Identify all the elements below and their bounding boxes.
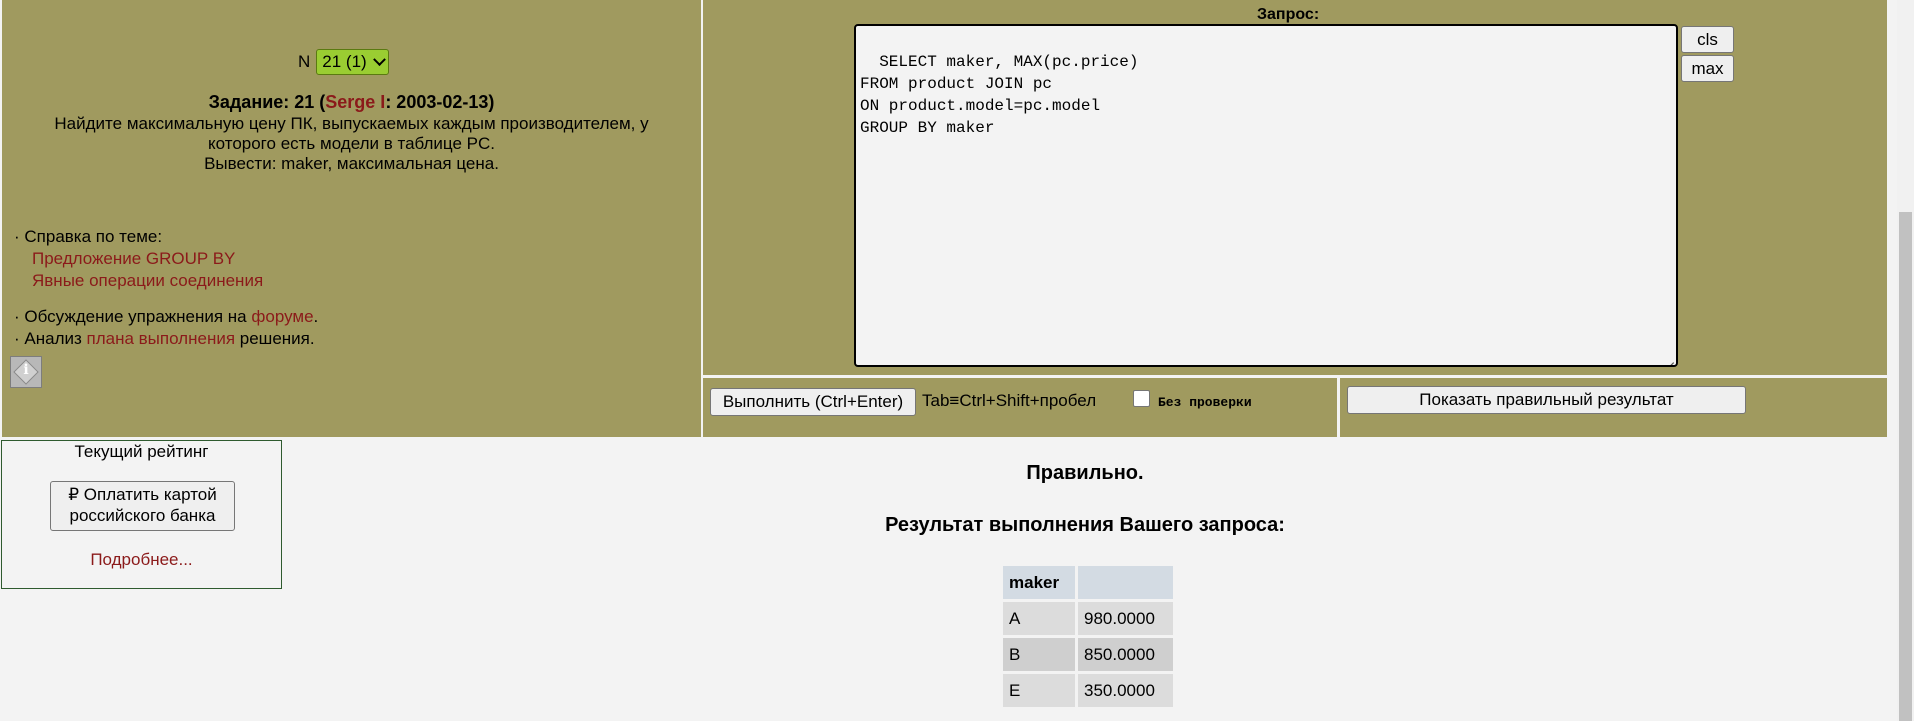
task-author-link[interactable]: Serge I bbox=[325, 92, 385, 112]
forum-suffix: . bbox=[313, 307, 319, 326]
help-link-group-by[interactable]: Предложение GROUP BY bbox=[32, 249, 235, 268]
task-text-line: которого есть модели в таблице PC. bbox=[208, 134, 495, 153]
clear-button[interactable]: cls bbox=[1681, 26, 1734, 53]
task-panel: N 21 (1) Задание: 21 (Serge I: 2003-02-1… bbox=[2, 0, 701, 437]
table-row: B 850.0000 bbox=[1003, 638, 1173, 671]
result-table: maker A 980.0000 B 850.0000 E 350.0000 bbox=[1000, 563, 1176, 710]
column-header-value bbox=[1078, 566, 1173, 599]
plan-prefix: · Анализ bbox=[14, 329, 87, 348]
forum-link[interactable]: форуме bbox=[251, 307, 313, 326]
result-status: Правильно. bbox=[1026, 462, 1144, 484]
no-check-checkbox[interactable] bbox=[1133, 390, 1150, 407]
scrollbar-thumb[interactable] bbox=[1899, 212, 1912, 721]
task-description: Найдите максимальную цену ПК, выпускаемы… bbox=[2, 114, 701, 174]
table-row: A 980.0000 bbox=[1003, 602, 1173, 635]
sql-query-text[interactable]: SELECT maker, MAX(pc.price) FROM product… bbox=[860, 53, 1138, 137]
info-icon[interactable]: i bbox=[10, 356, 42, 388]
resize-grip-icon[interactable] bbox=[1664, 353, 1674, 363]
task-title-prefix: Задание: 21 ( bbox=[208, 92, 326, 112]
execute-button[interactable]: Выполнить (Ctrl+Enter) bbox=[710, 388, 916, 416]
task-selector-label: N bbox=[298, 52, 311, 71]
task-number-value: 21 (1) bbox=[322, 52, 367, 71]
table-row: E 350.0000 bbox=[1003, 674, 1173, 707]
task-number-select[interactable]: 21 (1) bbox=[316, 49, 389, 75]
task-title-suffix: : 2003-02-13) bbox=[385, 92, 495, 112]
maximize-button[interactable]: max bbox=[1681, 55, 1734, 82]
forum-prefix: · Обсуждение упражнения на bbox=[14, 307, 252, 326]
help-link-joins[interactable]: Явные операции соединения bbox=[32, 271, 263, 290]
forum-line: · Обсуждение упражнения на форуме. bbox=[14, 306, 318, 328]
task-text-line: Найдите максимальную цену ПК, выпускаемы… bbox=[54, 114, 649, 133]
task-title: Задание: 21 (Serge I: 2003-02-13) bbox=[2, 92, 701, 113]
cell-maker: E bbox=[1003, 674, 1075, 707]
plan-line: · Анализ плана выполнения решения. bbox=[14, 328, 318, 350]
execution-plan-link[interactable]: плана выполнения bbox=[87, 329, 236, 348]
cell-max-price: 980.0000 bbox=[1078, 602, 1173, 635]
no-check-label: Без проверки bbox=[1158, 395, 1252, 410]
cell-max-price: 350.0000 bbox=[1078, 674, 1173, 707]
help-topic-label: · Справка по теме: bbox=[14, 227, 163, 246]
task-selector-group: N 21 (1) bbox=[298, 49, 389, 75]
pay-label-line: ₽ Оплатить картой bbox=[68, 485, 217, 504]
query-label: Запрос: bbox=[1257, 6, 1320, 23]
task-text-line: Вывести: maker, максимальная цена. bbox=[204, 154, 499, 173]
plan-suffix: решения. bbox=[235, 329, 315, 348]
more-info-link[interactable]: Подробнее... bbox=[2, 550, 281, 570]
table-header-row: maker bbox=[1003, 566, 1173, 599]
chevron-down-icon bbox=[372, 52, 386, 66]
cell-maker: A bbox=[1003, 602, 1075, 635]
cell-maker: B bbox=[1003, 638, 1075, 671]
help-section: · Справка по теме: Предложение GROUP BY … bbox=[14, 226, 318, 350]
cell-max-price: 850.0000 bbox=[1078, 638, 1173, 671]
show-correct-result-button[interactable]: Показать правильный результат bbox=[1347, 386, 1746, 414]
rating-title: Текущий рейтинг bbox=[74, 442, 209, 461]
column-header-maker: maker bbox=[1003, 566, 1075, 599]
tab-hint: Tab≡Ctrl+Shift+пробел bbox=[922, 391, 1097, 410]
sql-query-editor[interactable]: SELECT maker, MAX(pc.price) FROM product… bbox=[854, 24, 1678, 367]
result-title: Результат выполнения Вашего запроса: bbox=[885, 514, 1285, 536]
